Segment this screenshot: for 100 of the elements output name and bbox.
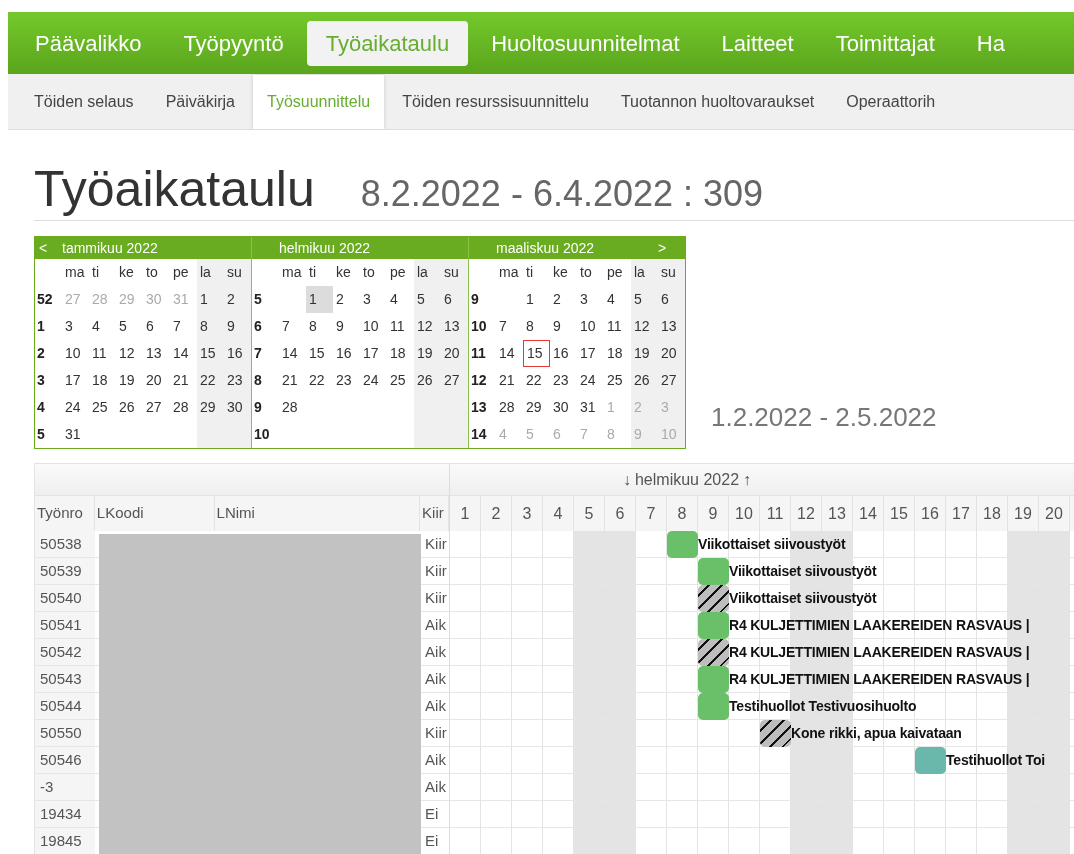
- calendar-day[interactable]: 27: [143, 394, 170, 421]
- calendar-day[interactable]: 9: [550, 313, 577, 340]
- calendar-day[interactable]: 24: [577, 367, 604, 394]
- calendar-day[interactable]: 8: [523, 313, 550, 340]
- column-header[interactable]: LNimi: [214, 496, 421, 531]
- calendar-day[interactable]: 1: [523, 286, 550, 313]
- calendar-day[interactable]: 28: [170, 394, 197, 421]
- calendar-day[interactable]: 10: [577, 313, 604, 340]
- calendar-day[interactable]: 29: [523, 394, 550, 421]
- calendar-day[interactable]: 25: [604, 367, 631, 394]
- calendar-day[interactable]: 22: [523, 367, 550, 394]
- calendar-day[interactable]: 28: [496, 394, 523, 421]
- calendar-day[interactable]: 16: [333, 340, 360, 367]
- calendar-day[interactable]: 6: [441, 286, 468, 313]
- calendar-day[interactable]: 10: [360, 313, 387, 340]
- calendar-day[interactable]: 3: [577, 286, 604, 313]
- calendar-day[interactable]: 2: [333, 286, 360, 313]
- calendar-day[interactable]: 17: [360, 340, 387, 367]
- calendar-day[interactable]: 2: [550, 286, 577, 313]
- calendar-day[interactable]: 18: [604, 340, 631, 367]
- calendar-day[interactable]: 23: [224, 367, 251, 394]
- calendar-day[interactable]: 11: [89, 340, 116, 367]
- calendar-day[interactable]: 4: [89, 313, 116, 340]
- calendar-day[interactable]: 21: [496, 367, 523, 394]
- calendar-day[interactable]: 30: [550, 394, 577, 421]
- calendar-day[interactable]: 7: [170, 313, 197, 340]
- calendar-day[interactable]: 16: [550, 340, 577, 367]
- calendar-day[interactable]: 6: [143, 313, 170, 340]
- calendar-day[interactable]: 7: [496, 313, 523, 340]
- calendar-day[interactable]: 21: [170, 367, 197, 394]
- calendar-day[interactable]: 29: [197, 394, 224, 421]
- calendar-day[interactable]: 3: [360, 286, 387, 313]
- calendar-day[interactable]: 25: [89, 394, 116, 421]
- calendar-day[interactable]: 5: [414, 286, 441, 313]
- calendar-day[interactable]: 13: [441, 313, 468, 340]
- calendar-day[interactable]: 23: [550, 367, 577, 394]
- calendar-day[interactable]: 13: [658, 313, 685, 340]
- calendar-day[interactable]: 16: [224, 340, 251, 367]
- calendar-day[interactable]: 6: [658, 286, 685, 313]
- calendar-day[interactable]: 17: [62, 367, 89, 394]
- column-header[interactable]: LKoodi: [94, 496, 215, 531]
- calendar-day[interactable]: 7: [279, 313, 306, 340]
- calendar-day[interactable]: 12: [631, 313, 658, 340]
- calendar-day[interactable]: 31: [577, 394, 604, 421]
- calendar-day[interactable]: 4: [387, 286, 414, 313]
- calendar-day[interactable]: 14: [279, 340, 306, 367]
- calendar-day[interactable]: 26: [631, 367, 658, 394]
- sub-nav-tab[interactable]: Töiden resurssisuunnittelu: [388, 75, 603, 129]
- calendar-day[interactable]: 18: [89, 367, 116, 394]
- calendar-day[interactable]: 31: [62, 421, 89, 448]
- calendar-day[interactable]: 3: [62, 313, 89, 340]
- task-bar[interactable]: [698, 585, 729, 612]
- sub-nav-tab[interactable]: Päiväkirja: [151, 75, 249, 129]
- calendar-day[interactable]: 12: [414, 313, 441, 340]
- calendar-day[interactable]: 26: [116, 394, 143, 421]
- calendar-day[interactable]: 9: [224, 313, 251, 340]
- calendar-day[interactable]: 27: [658, 367, 685, 394]
- calendar-day[interactable]: 11: [387, 313, 414, 340]
- calendar-day[interactable]: 13: [143, 340, 170, 367]
- calendar-day[interactable]: 17: [577, 340, 604, 367]
- calendar-day[interactable]: 28: [279, 394, 306, 421]
- task-bar[interactable]: [760, 720, 791, 747]
- calendar-day[interactable]: 20: [441, 340, 468, 367]
- calendar-day[interactable]: 23: [333, 367, 360, 394]
- next-month-button[interactable]: ↑: [743, 467, 752, 492]
- calendar-day[interactable]: 10: [62, 340, 89, 367]
- calendar-day[interactable]: 26: [414, 367, 441, 394]
- calendar-day[interactable]: 1: [197, 286, 224, 313]
- previous-month-button[interactable]: ↓: [622, 467, 631, 492]
- calendar-day[interactable]: 20: [143, 367, 170, 394]
- calendar-day[interactable]: 14: [496, 340, 523, 367]
- calendar-day[interactable]: 30: [224, 394, 251, 421]
- calendar-day[interactable]: 19: [116, 367, 143, 394]
- calendar-day[interactable]: 2: [224, 286, 251, 313]
- task-bar[interactable]: [698, 639, 729, 666]
- calendar-day[interactable]: 24: [360, 367, 387, 394]
- calendar-day[interactable]: 8: [306, 313, 333, 340]
- calendar-day[interactable]: 22: [306, 367, 333, 394]
- calendar-day[interactable]: 5: [631, 286, 658, 313]
- calendar-day[interactable]: 4: [604, 286, 631, 313]
- calendar-day[interactable]: 11: [604, 313, 631, 340]
- calendar-day[interactable]: 27: [441, 367, 468, 394]
- calendar-day[interactable]: 1: [306, 286, 333, 313]
- sub-nav-tab[interactable]: Tuotannon huoltovaraukset: [606, 75, 829, 129]
- sub-nav-tab[interactable]: Töiden selaus: [20, 75, 148, 129]
- calendar-day[interactable]: 25: [387, 367, 414, 394]
- calendar-day[interactable]: 21: [279, 367, 306, 394]
- calendar-day[interactable]: 22: [197, 367, 224, 394]
- column-header[interactable]: Kiir: [420, 496, 449, 531]
- calendar-day[interactable]: 14: [170, 340, 197, 367]
- calendar-day[interactable]: 8: [197, 313, 224, 340]
- calendar-day[interactable]: 15: [523, 340, 550, 367]
- calendar-day[interactable]: 18: [387, 340, 414, 367]
- calendar-day[interactable]: 15: [306, 340, 333, 367]
- calendar-day[interactable]: 24: [62, 394, 89, 421]
- calendar-day[interactable]: 19: [631, 340, 658, 367]
- calendar-day[interactable]: 15: [197, 340, 224, 367]
- calendar-day[interactable]: 9: [333, 313, 360, 340]
- calendar-day[interactable]: 5: [116, 313, 143, 340]
- calendar-day[interactable]: 12: [116, 340, 143, 367]
